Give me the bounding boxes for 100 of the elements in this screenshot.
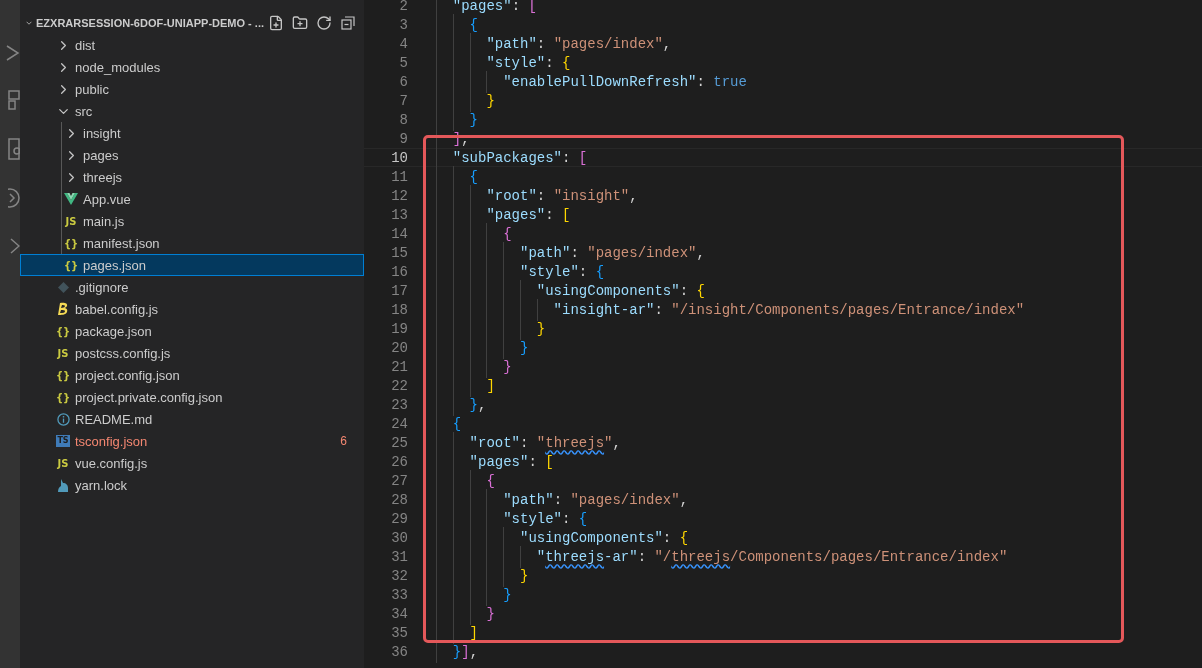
line-number: 15 [390, 244, 408, 261]
code-line: } [436, 586, 512, 603]
folder-item[interactable]: pages [20, 144, 364, 166]
file-name: dist [75, 37, 97, 53]
extensions-icon[interactable] [8, 90, 20, 110]
line-number: 22 [390, 377, 408, 394]
file-name: pages [83, 147, 120, 163]
line-number: 6 [398, 73, 408, 90]
line-number: 34 [390, 605, 408, 622]
code-line: { [436, 225, 512, 242]
code-line: "threejs-ar": "/threejs/Components/pages/Entrance/index" [436, 548, 1008, 565]
code-line: "enablePullDownRefresh": true [436, 73, 747, 90]
refresh-icon[interactable] [316, 15, 332, 31]
file-item[interactable]: {} project.private.config.json [20, 386, 364, 408]
line-number: 29 [390, 510, 408, 527]
line-number: 24 [390, 415, 408, 432]
line-number: 27 [390, 472, 408, 489]
code-line: "usingComponents": { [436, 282, 705, 299]
file-item[interactable]: JS vue.config.js [20, 452, 364, 474]
file-item[interactable]: .gitignore [20, 276, 364, 298]
json-file-icon: {} [55, 325, 71, 337]
remote-icon[interactable] [10, 236, 20, 256]
file-name: project.config.json [75, 367, 181, 383]
line-number: 2 [398, 0, 408, 14]
file-name: .gitignore [75, 279, 130, 295]
line-number: 11 [390, 168, 408, 185]
line-number: 36 [390, 643, 408, 660]
file-item[interactable]: yarn.lock [20, 474, 364, 496]
folder-item[interactable]: dist [20, 34, 364, 56]
line-number: 3 [398, 16, 408, 33]
line-number: 28 [390, 491, 408, 508]
file-name: babel.config.js [75, 301, 160, 317]
json-file-icon: {} [55, 369, 71, 381]
file-name: insight [83, 125, 122, 141]
file-item[interactable]: TS tsconfig.json 6 [20, 430, 364, 452]
code-line: "insight-ar": "/insight/Components/pages/Entrance/index" [436, 301, 1025, 318]
line-number: 12 [390, 187, 408, 204]
folder-item[interactable]: insight [20, 122, 364, 144]
diamond-icon [57, 281, 69, 293]
line-number: 33 [390, 586, 408, 603]
line-number: 5 [398, 54, 408, 71]
file-name: manifest.json [83, 235, 161, 251]
js-file-icon: JS [57, 457, 69, 469]
code-line: "style": { [436, 510, 588, 527]
folder-item[interactable]: public [20, 78, 364, 100]
file-item[interactable]: README.md [20, 408, 364, 430]
code-line: ] [436, 624, 478, 641]
file-item[interactable]: {} pages.json [20, 254, 364, 276]
file-item[interactable]: JS postcss.config.js [20, 342, 364, 364]
file-name: public [75, 81, 110, 97]
line-number: 14 [390, 225, 408, 242]
code-line: "root": "threejs", [436, 434, 621, 451]
file-name: main.js [83, 213, 126, 229]
new-file-icon[interactable] [268, 15, 284, 31]
json-file-icon: {} [63, 259, 79, 271]
line-number: 13 [390, 206, 408, 223]
new-folder-icon[interactable] [292, 15, 308, 31]
code-line: "subPackages": [ [436, 149, 588, 166]
line-number: 19 [390, 320, 408, 337]
folder-item[interactable]: threejs [20, 166, 364, 188]
line-number: 26 [390, 453, 408, 470]
line-number: 21 [390, 358, 408, 375]
file-item[interactable]: {} manifest.json [20, 232, 364, 254]
code-line: "path": "pages/index", [436, 491, 689, 508]
file-item[interactable]: babel.config.js [20, 298, 364, 320]
babel-icon [57, 302, 69, 316]
code-line: { [436, 168, 478, 185]
code-line: } [436, 320, 546, 337]
code-line: { [436, 16, 478, 33]
collapse-all-icon[interactable] [340, 15, 356, 31]
document-icon[interactable] [8, 138, 20, 160]
file-item[interactable]: {} project.config.json [20, 364, 364, 386]
code-line: ] [436, 377, 495, 394]
line-number: 16 [390, 263, 408, 280]
line-number: 31 [390, 548, 408, 565]
line-number: 7 [398, 92, 408, 109]
file-item[interactable]: {} package.json [20, 320, 364, 342]
js-file-icon: JS [57, 347, 69, 359]
code-line: } [436, 358, 512, 375]
code-line: "pages": [ [436, 206, 571, 223]
file-item[interactable]: App.vue [20, 188, 364, 210]
code-line: } [436, 605, 495, 622]
file-name: yarn.lock [75, 477, 129, 493]
explorer-header[interactable]: EZXRARSESSION-6DOF-UNIAPP-DEMO - ... [20, 12, 364, 34]
code-line: } [436, 567, 529, 584]
file-name: pages.json [83, 257, 147, 273]
line-number: 20 [390, 339, 408, 356]
code-line: } [436, 111, 478, 128]
problem-count: 6 [340, 434, 347, 448]
line-number: 30 [390, 529, 408, 546]
line-number: 18 [390, 301, 408, 318]
code-line: } [436, 339, 529, 356]
file-item[interactable]: JS main.js [20, 210, 364, 232]
line-number: 32 [390, 567, 408, 584]
line-number: 35 [390, 624, 408, 641]
file-name: vue.config.js [75, 455, 149, 471]
run-icon[interactable] [6, 44, 20, 62]
folder-item[interactable]: src [20, 100, 364, 122]
folder-item[interactable]: node_modules [20, 56, 364, 78]
code-line: "pages": [ [436, 453, 554, 470]
